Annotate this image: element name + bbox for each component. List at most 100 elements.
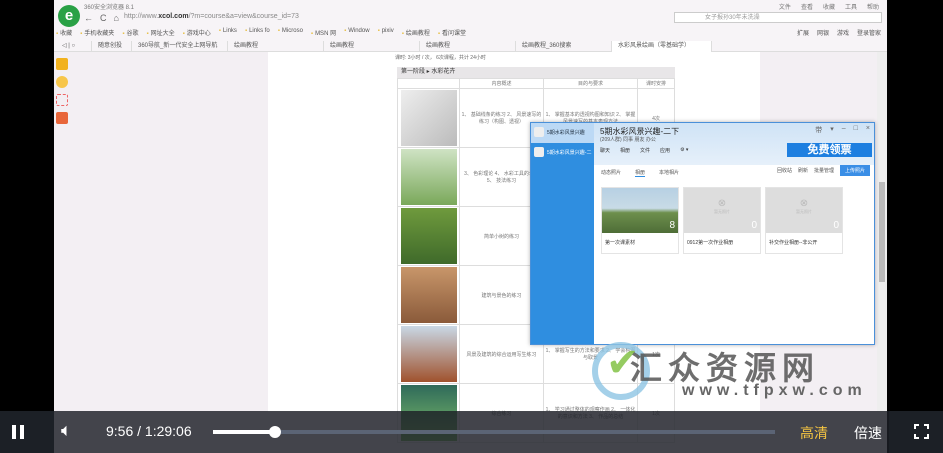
banking-button[interactable]: 网银 — [817, 28, 829, 37]
group-item[interactable]: 5期水彩风景兴趣 — [531, 123, 594, 143]
reload-icon[interactable]: C — [100, 13, 107, 23]
page-scrollbar[interactable] — [877, 52, 887, 412]
painting-thumbnail — [400, 267, 457, 323]
menu-item[interactable]: 帮助 — [867, 2, 879, 11]
recycle-button[interactable]: 回收站 — [777, 167, 792, 174]
album-label: 补交作业相册--非公开 — [769, 240, 818, 246]
app-icon[interactable] — [56, 112, 68, 124]
bookmark[interactable]: Links fo — [245, 28, 270, 37]
fullscreen-icon[interactable] — [914, 424, 929, 439]
files-tab[interactable]: 文件 — [640, 147, 650, 154]
menu-item[interactable]: 文件 — [779, 2, 791, 11]
duration: 1:29:06 — [144, 423, 192, 439]
album-card[interactable]: 8 第一次课素材 — [601, 187, 679, 254]
refresh-button[interactable]: 刷新 — [798, 167, 808, 174]
tab[interactable]: 随意创投 — [92, 41, 132, 52]
favorites-icon[interactable] — [56, 58, 68, 70]
subtab-active[interactable]: 相册 — [635, 169, 646, 177]
album-cover: 8 — [602, 188, 678, 233]
login-button[interactable]: 登录管家 — [857, 28, 881, 37]
weibo-icon[interactable] — [56, 76, 68, 88]
settings-button[interactable]: ⚙ ▾ — [680, 147, 688, 154]
painting-thumbnail — [400, 326, 457, 382]
volume-icon[interactable]: 🔈︎ — [61, 420, 72, 441]
subtab[interactable]: 动态照片 — [601, 169, 621, 177]
pin-button[interactable]: 带 — [815, 125, 822, 135]
menu-item[interactable]: 工具 — [845, 2, 857, 11]
tab-active[interactable]: 水彩风景绘画（零基础学） — [612, 41, 712, 52]
manage-button[interactable]: 批量管理 — [814, 167, 834, 174]
dropdown-button[interactable]: ▾ — [830, 125, 834, 135]
back-icon[interactable]: ← — [84, 13, 93, 23]
subtab[interactable]: 本地相片 — [659, 169, 679, 177]
menu-item[interactable]: 收藏 — [823, 2, 835, 11]
close-button[interactable]: × — [866, 125, 870, 135]
album-cover: ⊗ 暂无照片 0 — [766, 188, 842, 233]
speed-button[interactable]: 倍速 — [854, 423, 882, 443]
course-meta: 课时: 3小时 / 次， 6次课程，共计 24小时 — [395, 55, 486, 61]
tab[interactable]: 绘画教程 — [324, 41, 420, 52]
chat-tab[interactable]: 聊天 — [600, 147, 610, 154]
search-input[interactable]: 女子报孙30年未洗澡 — [674, 12, 882, 23]
address-bar[interactable]: http://www.xcol.com/?m=course&a=view&cou… — [124, 13, 299, 20]
album-card[interactable]: ⊗ 暂无照片 0 0912第一次作业相册 — [683, 187, 761, 254]
bookmark[interactable]: 收藏 — [56, 28, 72, 37]
tab[interactable]: 绘画教程_360搜索 — [516, 41, 612, 52]
col-header: 内容概述 — [459, 78, 544, 89]
bookmark[interactable]: Window — [344, 28, 369, 37]
painting-thumbnail — [400, 149, 457, 205]
time-display: 9:56 / 1:29:06 — [106, 423, 192, 439]
album-grid: 8 第一次课素材 ⊗ 暂无照片 0 0912第一次作业相册 ⊗ 暂无照片 0 补交作业相册--… — [601, 187, 843, 254]
browser-logo-icon: e — [58, 5, 80, 27]
album-subtabs: 动态照片 相册 本地相片 — [601, 169, 679, 177]
qq-toolbar: 聊天 相册 文件 应用 ⚙ ▾ — [600, 147, 688, 154]
col-header: 课时安排 — [637, 78, 675, 89]
upload-button[interactable]: 上传照片 — [839, 165, 870, 176]
menu-item[interactable]: 查看 — [801, 2, 813, 11]
browser-chrome: e 360安全浏览器 8.1 ← C ⌂ http://www.xcol.com/?… — [54, 0, 887, 52]
group-item[interactable]: 5期水彩风景兴趣-二 — [531, 143, 594, 163]
pause-button[interactable] — [12, 425, 24, 439]
bookmark[interactable]: 看问课堂 — [438, 28, 466, 37]
scroll-thumb[interactable] — [879, 182, 885, 282]
bookmark[interactable]: 谷歌 — [122, 28, 138, 37]
album-actions: 回收站 刷新 批量管理 上传照片 — [777, 165, 870, 176]
browser-title: 360安全浏览器 8.1 — [84, 5, 135, 11]
sketch-thumbnail — [400, 90, 457, 146]
table-header: 内容概述 目的与要求 课时安排 — [397, 78, 675, 89]
quality-button[interactable]: 高清 — [800, 423, 828, 443]
games-button[interactable]: 游戏 — [837, 28, 849, 37]
bookmark[interactable]: Microso — [278, 28, 303, 37]
apps-tab[interactable]: 应用 — [660, 147, 670, 154]
maximize-button[interactable]: □ — [854, 125, 858, 135]
tab[interactable]: 360导航_新一代安全上网导航 — [132, 41, 228, 52]
bookmark[interactable]: Links — [219, 28, 237, 37]
tab-nav-icons[interactable]: ◁ | ○ — [56, 41, 92, 52]
current-time: 9:56 — [106, 423, 134, 439]
url-prefix: http://www. — [124, 13, 159, 20]
bookmark[interactable]: MSN 网 — [311, 28, 336, 37]
qq-header: 5期水彩风景兴趣-二下 (209人群) 同事 朋友 办公 带 ▾ – □ × 聊天 相册… — [594, 123, 874, 165]
tab[interactable]: 绘画教程 — [420, 41, 516, 52]
extensions-button[interactable]: 扩展 — [797, 28, 809, 37]
menu-bar: 文件 查看 收藏 工具 帮助 — [779, 2, 879, 11]
bookmark[interactable]: 游戏中心 — [183, 28, 211, 37]
screenshot-icon[interactable] — [56, 94, 68, 106]
ad-banner[interactable]: 免费领票 — [787, 143, 872, 157]
stage-header: 第一阶段 ▸ 水彩花卉 — [397, 67, 675, 78]
page-margin — [268, 52, 385, 412]
toolbar-right: 扩展 网银 游戏 登录管家 — [797, 28, 881, 37]
bookmark[interactable]: 绘画教程 — [402, 28, 430, 37]
bookmark[interactable]: 网址大全 — [146, 28, 175, 37]
home-icon[interactable]: ⌂ — [114, 13, 119, 23]
bookmark[interactable]: 手机收藏夹 — [80, 28, 114, 37]
url-path: /?m=course&a=view&course_id=73 — [188, 13, 299, 20]
col-header: 目的与要求 — [543, 78, 638, 89]
album-tab[interactable]: 相册 — [620, 147, 630, 154]
tab[interactable]: 绘画教程 — [228, 41, 324, 52]
minimize-button[interactable]: – — [842, 125, 846, 135]
progress-bar[interactable] — [213, 426, 775, 438]
bookmark[interactable]: pixiv — [378, 28, 394, 37]
album-card[interactable]: ⊗ 暂无照片 0 补交作业相册--非公开 — [765, 187, 843, 254]
watermark-url: www.tfpxw.com — [682, 382, 867, 399]
